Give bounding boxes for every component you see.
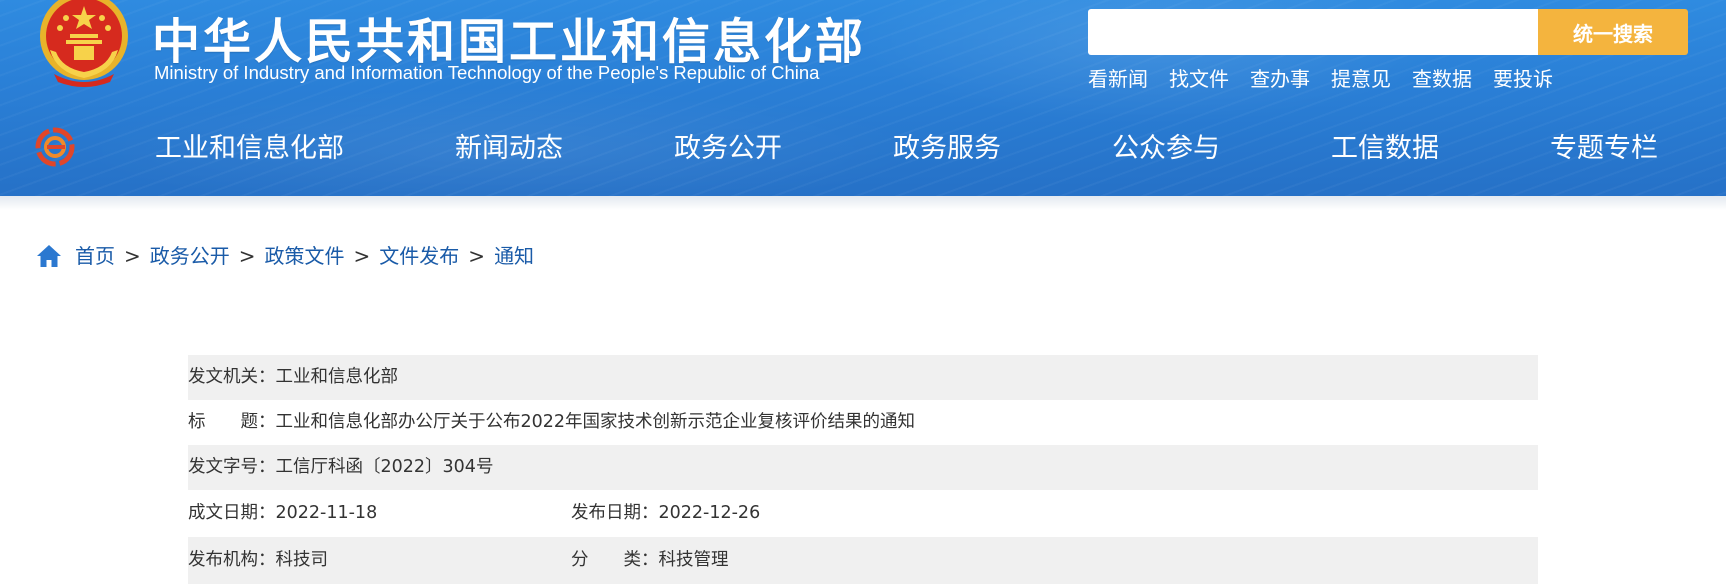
- info-row-doc-no: 发文字号：工信厅科函〔2022〕304号: [188, 445, 1538, 490]
- nav-item-news[interactable]: 新闻动态: [455, 124, 563, 174]
- issuer-label: 发文机关：: [188, 367, 276, 387]
- quick-link-services[interactable]: 查办事: [1250, 66, 1310, 92]
- info-row-issuer: 发文机关：工业和信息化部: [188, 355, 1538, 400]
- breadcrumb-notice[interactable]: 通知: [494, 242, 534, 270]
- search-bar: 统一搜索: [1088, 9, 1688, 55]
- quick-link-complaint[interactable]: 要投诉: [1493, 66, 1553, 92]
- quick-link-feedback[interactable]: 提意见: [1331, 66, 1391, 92]
- header-shadow: [0, 196, 1726, 210]
- national-emblem-icon: [40, 0, 128, 87]
- date-written-label: 成文日期：: [188, 503, 276, 523]
- title-label: 标 题：: [188, 412, 276, 432]
- nav-item-ministry[interactable]: 工业和信息化部: [155, 124, 344, 174]
- breadcrumb-separator: >: [468, 244, 486, 268]
- quick-link-data[interactable]: 查数据: [1412, 66, 1472, 92]
- breadcrumb-separator: >: [353, 244, 371, 268]
- issuer-value: 工业和信息化部: [275, 367, 399, 387]
- breadcrumb-separator: >: [238, 244, 256, 268]
- quick-link-files[interactable]: 找文件: [1169, 66, 1229, 92]
- quick-link-news[interactable]: 看新闻: [1088, 66, 1148, 92]
- breadcrumb: 首页 > 政务公开 > 政策文件 > 文件发布 > 通知: [36, 242, 534, 270]
- info-row-publisher: 发布机构：科技司 分 类：科技管理: [188, 537, 1538, 584]
- nav-item-topics[interactable]: 专题专栏: [1550, 124, 1658, 174]
- title-value: 工业和信息化部办公厅关于公布2022年国家技术创新示范企业复核评价结果的通知: [275, 412, 916, 432]
- date-published-value: 2022-12-26: [658, 503, 761, 523]
- main-nav: 工业和信息化部 新闻动态 政务公开 政务服务 公众参与 工信数据 专题专栏: [0, 124, 1726, 174]
- category-value: 科技管理: [658, 550, 729, 570]
- document-info-table: 发文机关：工业和信息化部 标 题：工业和信息化部办公厅关于公布2022年国家技术…: [188, 355, 1538, 584]
- breadcrumb-gov-affairs[interactable]: 政务公开: [150, 242, 230, 270]
- breadcrumb-separator: >: [124, 244, 141, 268]
- nav-item-gov-services[interactable]: 政务服务: [893, 124, 1001, 174]
- doc-no-value: 工信厅科函〔2022〕304号: [275, 457, 494, 477]
- site-header: 中华人民共和国工业和信息化部 Ministry of Industry and …: [0, 0, 1726, 196]
- breadcrumb-doc-release[interactable]: 文件发布: [379, 242, 459, 270]
- site-subtitle: Ministry of Industry and Information Tec…: [154, 62, 820, 83]
- nav-item-data[interactable]: 工信数据: [1331, 124, 1439, 174]
- nav-item-public-participation[interactable]: 公众参与: [1112, 124, 1220, 174]
- publisher-label: 发布机构：: [188, 550, 276, 570]
- info-row-dates: 成文日期：2022-11-18 发布日期：2022-12-26: [188, 490, 1538, 537]
- home-icon[interactable]: [36, 244, 62, 268]
- date-published-label: 发布日期：: [571, 503, 659, 523]
- quick-links: 看新闻 找文件 查办事 提意见 查数据 要投诉: [1088, 66, 1553, 92]
- breadcrumb-policy-docs[interactable]: 政策文件: [265, 242, 345, 270]
- search-button[interactable]: 统一搜索: [1538, 9, 1688, 55]
- breadcrumb-home[interactable]: 首页: [75, 242, 115, 270]
- doc-no-label: 发文字号：: [188, 457, 276, 477]
- search-input[interactable]: [1088, 9, 1538, 55]
- date-written-value: 2022-11-18: [275, 503, 378, 523]
- info-row-title: 标 题：工业和信息化部办公厅关于公布2022年国家技术创新示范企业复核评价结果的…: [188, 400, 1538, 445]
- publisher-value: 科技司: [275, 550, 329, 570]
- nav-item-gov-affairs[interactable]: 政务公开: [674, 124, 782, 174]
- category-label: 分 类：: [571, 550, 659, 570]
